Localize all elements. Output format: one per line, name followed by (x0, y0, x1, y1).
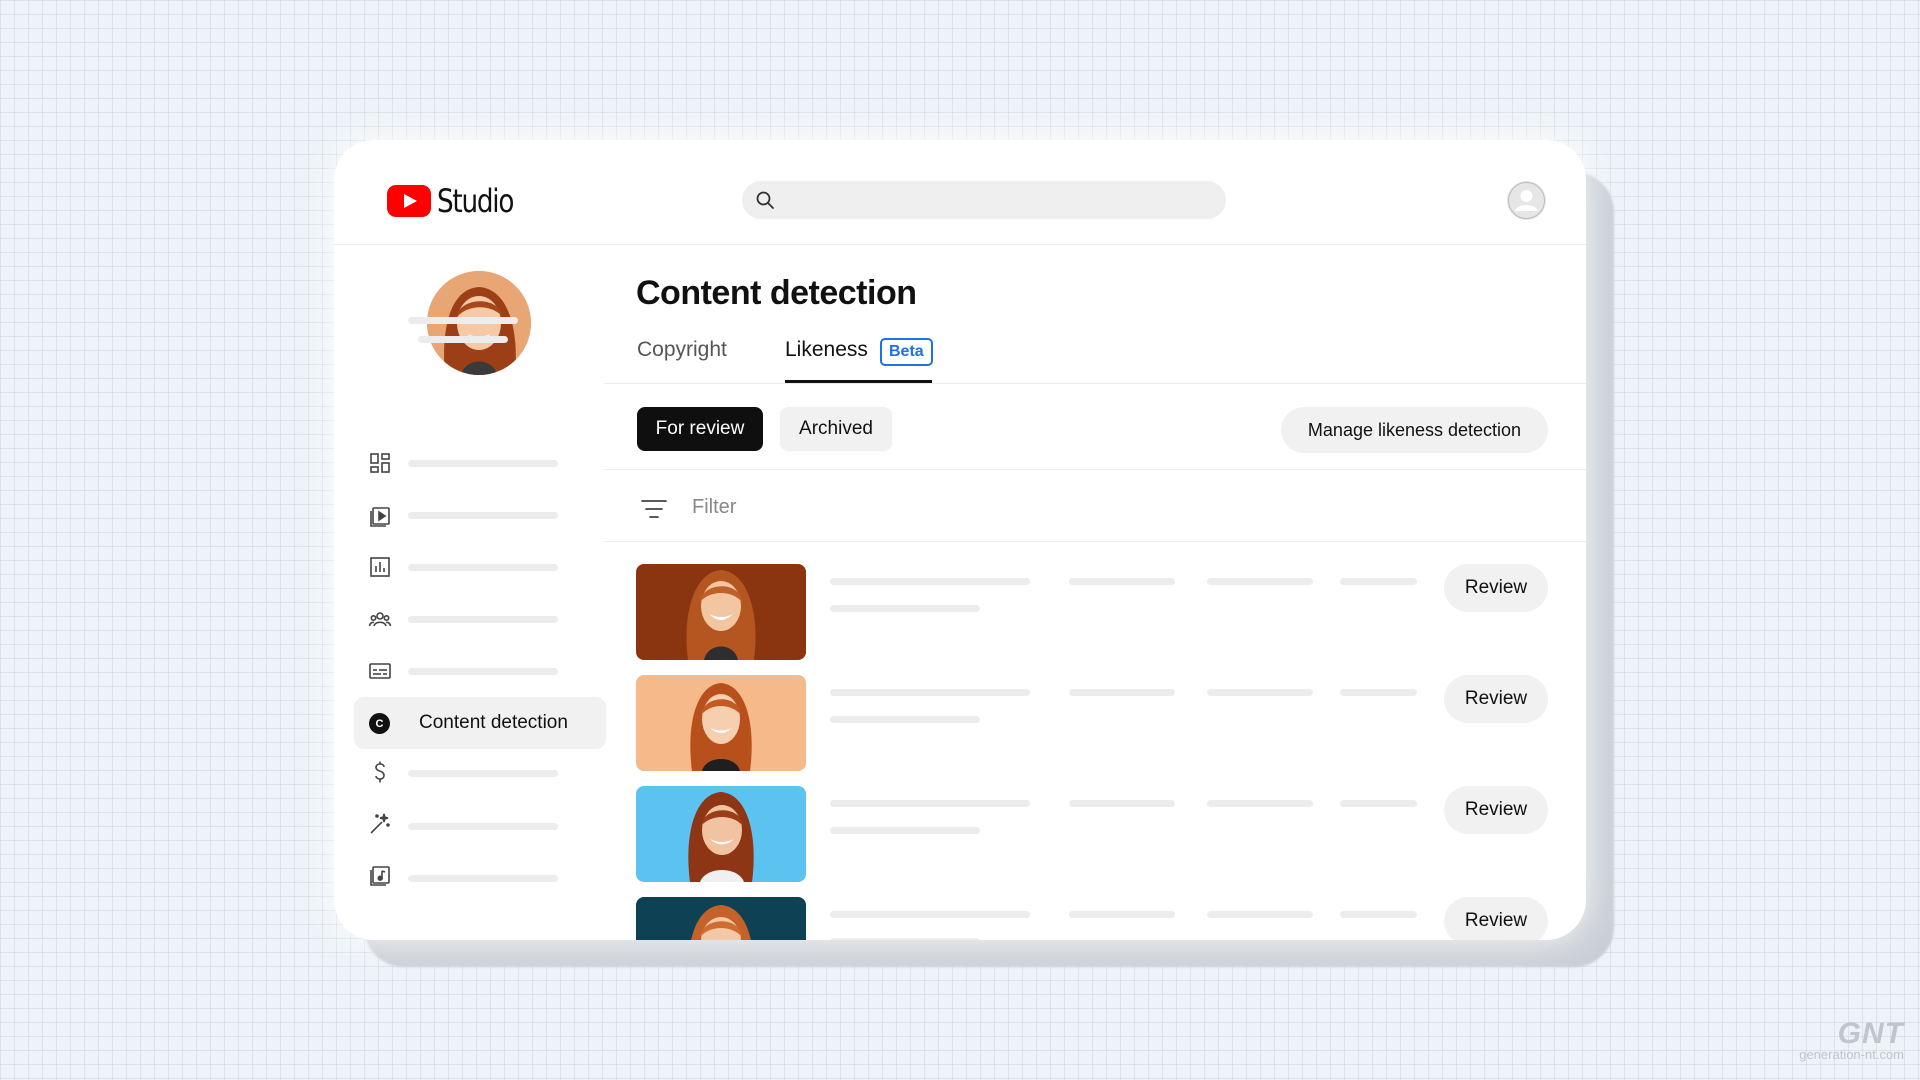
account-avatar-icon[interactable] (1507, 181, 1546, 220)
toolbar-divider (604, 469, 1586, 470)
watermark-site: generation-nt.com (1799, 1047, 1904, 1062)
channel-subtitle-placeholder (418, 336, 508, 343)
watermark-mark: GNT (1837, 1017, 1904, 1050)
community-icon (368, 612, 392, 627)
tabs-divider (604, 383, 1586, 384)
search-icon (756, 191, 774, 209)
page-title: Content detection (636, 274, 917, 312)
row-cell-placeholder (1069, 689, 1175, 696)
channel-name-placeholder (408, 317, 518, 324)
row-cell-placeholder (1207, 689, 1313, 696)
audio-library-icon (370, 866, 390, 886)
logo-text: Studio (437, 182, 514, 220)
archived-button[interactable]: Archived (780, 407, 892, 451)
row-cell-placeholder (1340, 578, 1417, 585)
content-icon (370, 507, 390, 527)
sidebar-item-content[interactable] (368, 503, 392, 527)
review-button[interactable]: Review (1444, 897, 1548, 940)
search-input[interactable] (742, 181, 1226, 219)
sidebar-item-dashboard[interactable] (368, 451, 392, 475)
match-thumbnail[interactable] (636, 786, 806, 882)
youtube-play-icon (387, 185, 431, 217)
row-cell-placeholder (1340, 800, 1417, 807)
dashboard-icon (370, 453, 390, 473)
sidebar-item-subtitles[interactable] (368, 659, 392, 683)
sidebar-label-placeholder (408, 875, 558, 882)
row-cell-placeholder (1207, 800, 1313, 807)
row-cell-placeholder (1207, 578, 1313, 585)
magic-wand-icon (370, 813, 390, 834)
match-thumbnail[interactable] (636, 675, 806, 771)
match-thumbnail[interactable] (636, 564, 806, 660)
filter-icon[interactable] (640, 496, 668, 522)
review-button[interactable]: Review (1444, 564, 1548, 612)
subtitles-icon (369, 663, 391, 679)
row-cell-placeholder (1207, 911, 1313, 918)
row-title-placeholder (830, 911, 1030, 918)
earn-icon (375, 761, 385, 783)
sidebar-label-placeholder (408, 770, 558, 777)
sidebar-item-label: Content detection (419, 712, 568, 733)
row-title-placeholder (830, 689, 1030, 696)
sidebar-label-placeholder (408, 616, 558, 623)
sidebar-item-audio-library[interactable] (368, 864, 392, 888)
row-cell-placeholder (1069, 578, 1175, 585)
row-subtitle-placeholder (830, 605, 980, 612)
sidebar-label-placeholder (408, 460, 558, 467)
beta-badge: Beta (880, 338, 933, 366)
manage-likeness-detection-button[interactable]: Manage likeness detection (1281, 407, 1548, 453)
sidebar-label-placeholder (408, 823, 558, 830)
tab-likeness[interactable]: Likeness (785, 338, 868, 362)
sidebar-label-placeholder (408, 512, 558, 519)
sidebar-item-analytics[interactable] (368, 555, 392, 579)
row-title-placeholder (830, 800, 1030, 807)
sidebar-label-placeholder (408, 564, 558, 571)
tab-copyright[interactable]: Copyright (637, 338, 727, 362)
studio-window: Studio C Content detection Content detec… (334, 140, 1586, 940)
analytics-icon (370, 557, 390, 577)
review-button[interactable]: Review (1444, 786, 1548, 834)
sidebar-item-earn[interactable] (368, 760, 392, 784)
top-bar: Studio (334, 140, 1586, 245)
row-cell-placeholder (1340, 911, 1417, 918)
row-cell-placeholder (1069, 911, 1175, 918)
row-subtitle-placeholder (830, 716, 980, 723)
studio-logo[interactable]: Studio (387, 182, 530, 220)
review-button[interactable]: Review (1444, 675, 1548, 723)
for-review-button[interactable]: For review (637, 407, 763, 451)
row-cell-placeholder (1340, 689, 1417, 696)
sidebar-item-customization[interactable] (368, 812, 392, 836)
sidebar-label-placeholder (408, 668, 558, 675)
match-thumbnail[interactable] (636, 897, 806, 940)
watermark-logo: GNT generation-nt.com (1799, 1017, 1904, 1062)
sidebar-item-community[interactable] (368, 607, 392, 631)
row-subtitle-placeholder (830, 827, 980, 834)
row-title-placeholder (830, 578, 1030, 585)
row-subtitle-placeholder (830, 938, 980, 940)
filter-divider (604, 541, 1586, 542)
content-detection-icon: C (369, 713, 390, 734)
filter-input[interactable]: Filter (692, 496, 736, 519)
row-cell-placeholder (1069, 800, 1175, 807)
